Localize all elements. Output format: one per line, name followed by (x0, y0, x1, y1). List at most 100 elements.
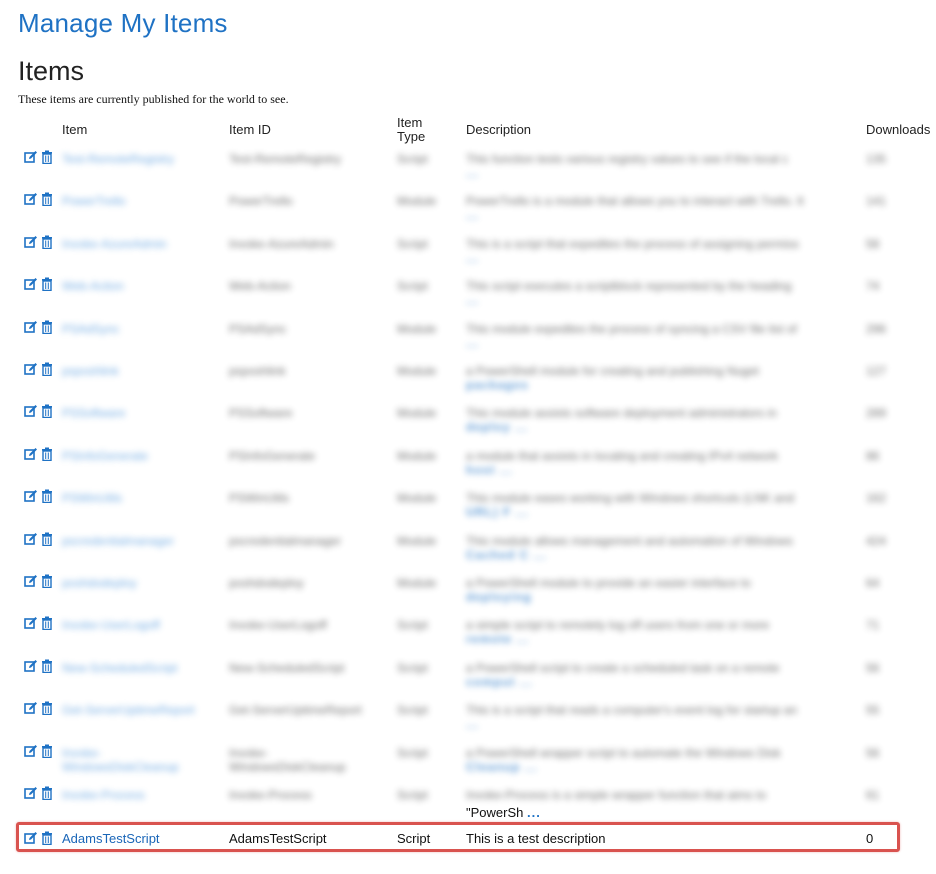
edit-icon[interactable] (24, 744, 38, 758)
item-name-link[interactable]: Invoke-Process (62, 788, 212, 802)
item-name-link[interactable]: Test-RemoteRegistry (62, 152, 212, 166)
edit-icon[interactable] (24, 150, 38, 164)
edit-icon[interactable] (24, 489, 38, 503)
item-id: PSInfoGenerate (229, 449, 316, 463)
table-row: PSSoftware PSSoftware Module This module as… (0, 404, 936, 446)
item-name-link[interactable]: PowerTrello (62, 194, 212, 208)
item-description-line2[interactable]: ... (466, 208, 479, 222)
item-name-link[interactable]: Invoke-WindowsDiskCleanup (62, 746, 212, 774)
item-description: This module assists software deployment … (466, 406, 846, 434)
item-downloads: 86 (866, 449, 880, 463)
item-name-link[interactable]: psposhlink (62, 364, 212, 378)
trash-icon[interactable] (41, 786, 53, 800)
item-description-line1: This module expedites the process of syn… (466, 322, 797, 336)
item-description-line1: a PowerShell script to create a schedule… (466, 661, 780, 675)
item-description-line2[interactable]: ... (466, 717, 479, 731)
trash-icon[interactable] (41, 447, 53, 461)
edit-icon[interactable] (24, 277, 38, 291)
item-description: This module expedites the process of syn… (466, 322, 846, 350)
item-description-line2[interactable]: ... (466, 166, 479, 180)
item-id: New-ScheduledScript (229, 661, 345, 675)
trash-icon[interactable] (41, 659, 53, 673)
trash-icon[interactable] (41, 532, 53, 546)
item-name-link[interactable]: pscredentialmanager (62, 534, 212, 548)
edit-icon[interactable] (24, 786, 38, 800)
item-description-line2[interactable]: deploy ... (466, 420, 528, 434)
item-description: a module that assists in locating and cr… (466, 449, 846, 477)
edit-icon[interactable] (24, 362, 38, 376)
trash-icon[interactable] (41, 320, 53, 334)
item-downloads: 64 (866, 576, 880, 590)
table-row: Get-ServerUptimeReport Get-ServerUptimeRe… (0, 701, 936, 743)
table-row: psposhlink psposhlink Module a PowerShell m… (0, 362, 936, 404)
item-name-link[interactable]: poshdodeploy (62, 576, 212, 590)
edit-icon[interactable] (24, 701, 38, 715)
item-description-line1: a simple script to remotely log off user… (466, 618, 770, 632)
item-description-line2[interactable]: host ... (466, 463, 513, 477)
item-type: Script (397, 279, 428, 293)
row-actions (24, 786, 56, 802)
trash-icon[interactable] (41, 744, 53, 758)
row-actions (24, 320, 56, 336)
item-description: a PowerShell module for creating and pub… (466, 364, 846, 392)
edit-icon[interactable] (24, 659, 38, 673)
item-description-line2[interactable]: URL) F ... (466, 505, 529, 519)
item-description-line2[interactable]: packages (466, 378, 529, 392)
table-row: PSWinUtils PSWinUtils Module This module ea… (0, 489, 936, 531)
item-type: Script (397, 703, 428, 717)
item-id: poshdodeploy (229, 576, 304, 590)
item-name-link[interactable]: Get-ServerUptimeReport (62, 703, 212, 717)
item-name-link[interactable]: PSWinUtils (62, 491, 212, 505)
item-description: This module allows management and automa… (466, 534, 846, 562)
trash-icon[interactable] (41, 192, 53, 206)
item-description: a PowerShell script to create a schedule… (466, 661, 846, 689)
item-description-line2[interactable]: ... (466, 293, 479, 307)
item-name-link[interactable]: Invoke-UserLogoff (62, 618, 212, 632)
trash-icon[interactable] (41, 150, 53, 164)
item-description-line2[interactable]: Cached C ... (466, 548, 547, 562)
trash-icon[interactable] (41, 616, 53, 630)
item-description-line2[interactable]: deploying (466, 590, 532, 604)
item-description-line2[interactable]: Cleanup ... (466, 760, 538, 774)
trash-icon[interactable] (41, 277, 53, 291)
item-description-line2[interactable]: comput ... (466, 675, 533, 689)
trash-icon[interactable] (41, 362, 53, 376)
edit-icon[interactable] (24, 574, 38, 588)
trash-icon[interactable] (41, 489, 53, 503)
page-title: Manage My Items (18, 8, 228, 38)
trash-icon[interactable] (41, 574, 53, 588)
edit-icon[interactable] (24, 192, 38, 206)
edit-icon[interactable] (24, 532, 38, 546)
item-description-line2[interactable]: remote ... (466, 632, 529, 646)
edit-icon[interactable] (24, 404, 38, 418)
item-name-link[interactable]: PSAdSync (62, 322, 212, 336)
item-name-link[interactable]: PSSoftware (62, 406, 212, 420)
row-actions (24, 362, 56, 378)
item-downloads: 56 (866, 661, 880, 675)
edit-icon[interactable] (24, 616, 38, 630)
trash-icon[interactable] (41, 404, 53, 418)
item-description: a simple script to remotely log off user… (466, 618, 846, 646)
item-name-link[interactable]: Invoke-AzureAdmin (62, 237, 212, 251)
item-type: Module (397, 194, 437, 208)
item-type: Script (397, 661, 428, 675)
item-name-link[interactable]: Web-Action (62, 279, 212, 293)
edit-icon[interactable] (24, 447, 38, 461)
item-name-link[interactable]: New-ScheduledScript (62, 661, 212, 675)
item-name-link[interactable]: PSInfoGenerate (62, 449, 212, 463)
partial-description-fragment: "PowerSh (466, 805, 524, 820)
trash-icon[interactable] (41, 701, 53, 715)
trash-icon[interactable] (41, 235, 53, 249)
edit-icon[interactable] (24, 235, 38, 249)
item-description-line1: PowerTrello is a module that allows you … (466, 194, 804, 208)
item-description-line2[interactable]: ... (466, 336, 479, 350)
row-actions (24, 744, 56, 760)
table-row: PSInfoGenerate PSInfoGenerate Module a modu… (0, 447, 936, 489)
table-row: Invoke-UserLogoff Invoke-UserLogoff Script… (0, 616, 936, 658)
item-description-line2[interactable]: ... (466, 251, 479, 265)
row-actions (24, 150, 56, 166)
more-link[interactable]: ... (527, 805, 541, 820)
item-id: Invoke-AzureAdmin (229, 237, 334, 251)
item-description-line1: a PowerShell module to provide an easier… (466, 576, 751, 590)
edit-icon[interactable] (24, 320, 38, 334)
